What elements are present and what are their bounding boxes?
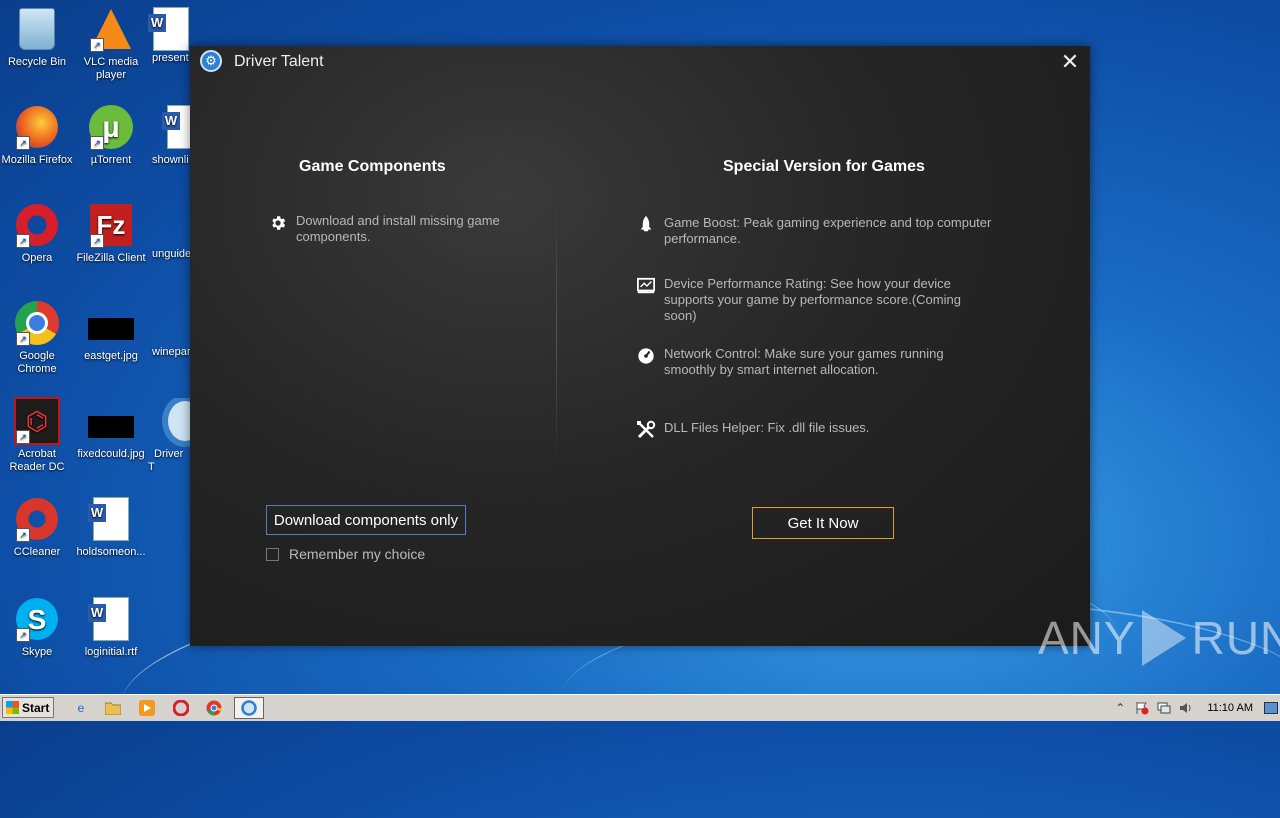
remember-label: Remember my choice [289,546,426,562]
play-logo-icon [1141,610,1186,666]
desktop-icon-loginitial[interactable]: loginitial.rtf [74,596,148,659]
feature-text: Network Control: Make sure your games ru… [664,346,944,377]
left-heading: Game Components [299,158,446,175]
desktop-icon-ccleaner[interactable]: ↗ CCleaner [0,496,74,559]
desktop-icon-shownli[interactable]: shownli [148,104,192,167]
driver-talent-taskbar-button[interactable] [234,697,264,719]
feature-game-boost: Game Boost: Peak gaming experience and t… [636,215,996,247]
chrome-taskbar-icon[interactable] [205,699,223,717]
desktop-icon-filezilla[interactable]: Fz ↗ FileZilla Client [74,202,148,265]
windows-logo-icon [6,701,19,714]
feature-game-components: Download and install missing game compon… [268,213,518,245]
feature-dll-helper: DLL Files Helper: Fix .dll file issues. [636,420,996,440]
gear-icon [268,213,288,233]
taskbar-clock[interactable]: 11:10 AM [1207,702,1253,714]
remember-checkbox[interactable] [266,547,279,561]
desktop-icon-chrome[interactable]: ↗ Google Chrome [0,300,74,376]
word-document-icon [162,105,192,149]
right-heading: Special Version for Games [723,158,925,175]
image-thumbnail [88,318,134,340]
driver-talent-dialog: ⚙ Driver Talent ✕ Game Components Specia… [190,46,1090,646]
feature-performance-rating: Device Performance Rating: See how your … [636,276,996,324]
anyrun-watermark: ANY RUN [1038,610,1280,666]
title-bar[interactable]: ⚙ Driver Talent ✕ [190,46,1090,78]
action-center-flag-icon[interactable] [1134,700,1150,716]
desktop-icon-acrobat[interactable]: ⌬ ↗ Acrobat Reader DC [0,397,74,474]
recycle-bin-icon [19,8,55,50]
column-divider [556,196,557,466]
feature-text: Device Performance Rating: See how your … [664,276,961,323]
desktop-icon-utorrent[interactable]: µ ↗ µTorrent [74,104,148,167]
get-it-now-button[interactable]: Get It Now [752,507,894,539]
explorer-folder-icon[interactable] [104,699,122,717]
show-desktop-icon[interactable] [1264,700,1278,716]
remember-choice[interactable]: Remember my choice [266,546,425,562]
desktop-icon-skype[interactable]: S ↗ Skype [0,596,74,659]
opera-taskbar-icon[interactable] [172,699,190,717]
media-player-icon[interactable] [138,699,156,717]
window-title: Driver Talent [234,53,324,70]
feature-text: DLL Files Helper: Fix .dll file issues. [664,420,870,435]
feature-network-control: Network Control: Make sure your games ru… [636,346,996,378]
system-tray: ⌃ 11:10 AM [1109,695,1280,721]
download-components-button[interactable]: Download components only [266,505,466,535]
desktop-icon-holdsomeon[interactable]: holdsomeon... [74,496,148,559]
speedometer-icon [636,346,656,366]
close-button[interactable]: ✕ [1058,50,1082,74]
document-icon [148,7,189,51]
desktop-icon-recycle-bin[interactable]: Recycle Bin [0,6,74,69]
feature-text: Game Boost: Peak gaming experience and t… [664,215,992,246]
network-icon[interactable] [1156,700,1172,716]
image-thumbnail [88,416,134,438]
internet-explorer-icon[interactable]: e [72,699,90,717]
feature-text: Download and install missing game compon… [296,213,500,244]
volume-icon[interactable] [1178,700,1194,716]
word-document-icon [88,597,129,641]
desktop-icon-vlc[interactable]: ↗ VLC media player [74,6,148,82]
desktop-icon-unguide[interactable]: unguide [148,202,192,261]
taskbar: Start e ⌃ 11:10 AM [0,694,1280,721]
app-logo-icon: ⚙ [200,50,222,72]
start-button[interactable]: Start [2,697,54,718]
show-hidden-icons-chevron-icon[interactable]: ⌃ [1112,700,1128,716]
desktop-icon-firefox[interactable]: ↗ Mozilla Firefox [0,104,74,167]
desktop-icon-fixedcould[interactable]: fixedcould.jpg [74,398,148,461]
rocket-icon [636,215,656,235]
word-document-icon [88,497,129,541]
desktop-icon-eastget[interactable]: eastget.jpg [74,300,148,363]
desktop-icon-winepar[interactable]: winepar [148,300,192,359]
monitor-chart-icon [636,276,656,296]
desktop-icon-present[interactable]: present [148,6,192,65]
tools-icon [636,420,656,440]
desktop-icon-driver-talent[interactable]: Driver T [148,398,192,474]
driver-talent-icon [162,398,192,447]
desktop-icon-opera[interactable]: ↗ Opera [0,202,74,265]
